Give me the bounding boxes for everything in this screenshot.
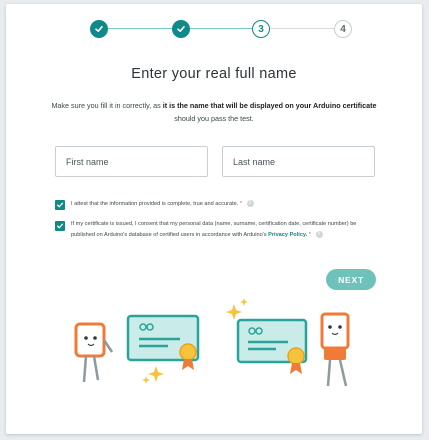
subtitle-suffix: should you pass the test. xyxy=(174,114,254,123)
progress-stepper: 3 4 xyxy=(6,4,422,54)
subtitle-bold-text: it is the name that will be displayed on… xyxy=(162,101,377,110)
stepper-line-3-4 xyxy=(264,28,334,29)
next-button[interactable]: NEXT xyxy=(326,269,376,290)
page-title: Enter your real full name xyxy=(131,66,297,82)
check-icon xyxy=(95,26,103,32)
checkbox-checked-icon xyxy=(56,202,64,208)
check-icon xyxy=(177,26,185,32)
step-1-done xyxy=(90,20,108,38)
robot-character-right-icon xyxy=(320,312,350,387)
info-icon[interactable]: i xyxy=(315,230,323,238)
info-icon[interactable]: i xyxy=(246,200,254,208)
stepper-line-2-3 xyxy=(184,28,254,29)
step-2-done xyxy=(172,20,190,38)
certificate-illustration xyxy=(74,298,350,387)
privacy-consent-text: If my certificate is issued, I consent t… xyxy=(71,221,357,238)
required-asterisk: * xyxy=(308,231,311,238)
required-asterisk: * xyxy=(239,201,243,207)
first-name-input[interactable] xyxy=(55,146,208,177)
subtitle-text: Make sure you fill it in correctly, as xyxy=(51,101,163,110)
robot-character-left-icon xyxy=(74,322,114,383)
privacy-consent-label: If my certificate is issued, I consent t… xyxy=(71,219,371,240)
step-3-current: 3 xyxy=(252,20,270,38)
checkbox-checked-icon xyxy=(56,223,64,229)
step-4-todo: 4 xyxy=(334,20,352,38)
privacy-consent-checkbox[interactable] xyxy=(55,221,65,231)
certificate-form-card: 3 4 Enter your real full name Make sure … xyxy=(6,4,422,434)
attest-label: I attest that the information provided i… xyxy=(71,199,391,210)
certificate-card-left-icon xyxy=(126,314,200,370)
last-name-input[interactable] xyxy=(222,146,375,177)
certificate-card-right-icon xyxy=(236,318,308,374)
attest-text: I attest that the information provided i… xyxy=(71,201,239,207)
stepper-line-1-2 xyxy=(102,28,172,29)
page-subtitle: Make sure you fill it in correctly, as i… xyxy=(46,99,382,125)
privacy-policy-link[interactable]: Privacy Policy. xyxy=(268,232,307,238)
attest-checkbox[interactable] xyxy=(55,200,65,210)
